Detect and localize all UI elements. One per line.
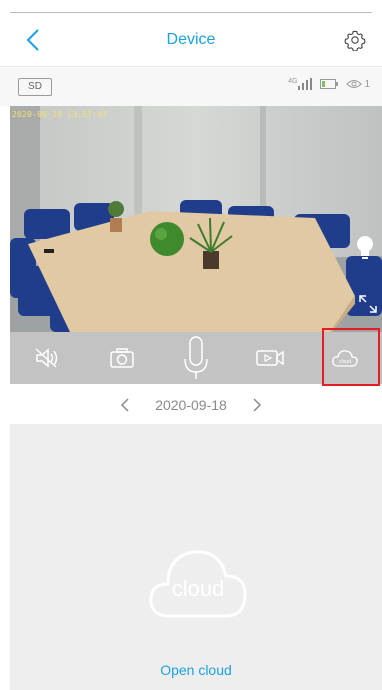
next-date-button[interactable] — [249, 395, 265, 415]
mute-icon — [35, 348, 58, 368]
snapshot-button[interactable] — [100, 336, 144, 380]
page-title: Device — [166, 31, 216, 48]
big-cloud-label: cloud — [171, 576, 225, 601]
open-cloud-link[interactable]: Open cloud — [10, 662, 382, 678]
current-date: 2020-09-18 — [155, 397, 227, 413]
video-record-icon — [256, 350, 285, 366]
room-scene — [10, 106, 382, 332]
light-button[interactable] — [354, 234, 376, 262]
cloud-button-highlight — [322, 328, 380, 386]
expand-icon — [359, 295, 377, 313]
gear-icon — [344, 30, 366, 51]
fullscreen-button[interactable] — [358, 294, 378, 314]
date-navigator: 2020-09-18 — [0, 390, 382, 420]
talk-button[interactable] — [174, 336, 218, 380]
settings-button[interactable] — [340, 25, 370, 55]
device-status-bar: SD 4G 1 — [0, 68, 382, 106]
camera-live-view[interactable]: 2020-09-18 13:57:42 — [10, 106, 382, 332]
eye-icon — [346, 80, 363, 88]
sd-badge: SD — [18, 78, 52, 96]
cloud-panel: cloud Open cloud — [10, 424, 382, 690]
record-button[interactable] — [248, 336, 292, 380]
viewer-count-value: 1 — [364, 78, 370, 90]
signal-indicator: 4G — [288, 78, 313, 90]
network-label: 4G — [288, 78, 298, 85]
viewer-count: 1 — [346, 79, 370, 90]
status-icons: 4G 1 — [288, 78, 370, 90]
battery-icon — [320, 79, 339, 89]
microphone-icon — [184, 336, 208, 379]
chevron-left-icon — [121, 398, 129, 412]
chevron-right-icon — [253, 398, 261, 412]
header-bar: Device — [0, 13, 382, 67]
previous-date-button[interactable] — [117, 395, 133, 415]
video-timestamp: 2020-09-18 13:57:42 — [12, 110, 108, 119]
lightbulb-icon — [357, 236, 373, 259]
signal-bars-icon — [298, 78, 313, 90]
mute-button[interactable] — [25, 336, 69, 380]
camera-icon — [109, 348, 134, 368]
